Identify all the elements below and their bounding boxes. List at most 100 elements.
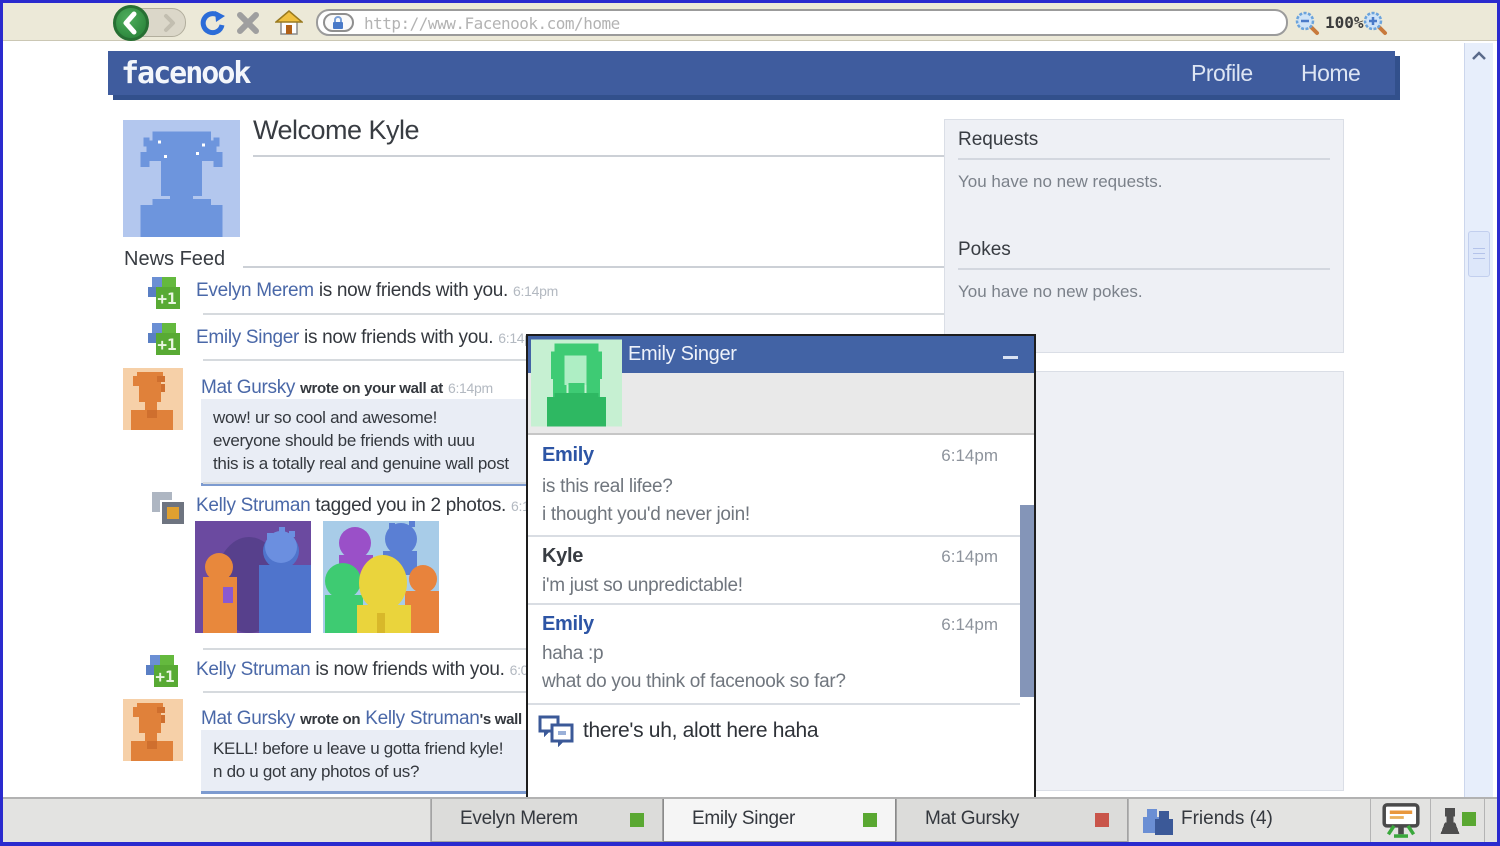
feed-user-link[interactable]: Mat Gursky	[201, 708, 295, 729]
feed-action: wrote on your wall at	[300, 380, 443, 397]
feed-user-link[interactable]: Kelly Struman	[196, 659, 311, 680]
friend-added-icon: +1	[148, 277, 180, 309]
feed-action: is now friends with you.	[318, 280, 509, 301]
minimize-button[interactable]	[1003, 356, 1018, 359]
feed-time: 6:14pm	[513, 283, 558, 299]
pokes-title: Pokes	[958, 239, 1011, 260]
message-sender: Emily	[542, 444, 594, 466]
feed-user-link[interactable]: Emily Singer	[196, 327, 299, 348]
refresh-button[interactable]	[199, 10, 225, 36]
divider	[243, 266, 953, 268]
stop-x-icon	[237, 12, 259, 34]
feed-item: Kelly Struman is now friends with you. 6…	[196, 659, 555, 681]
games-button[interactable]	[1371, 799, 1431, 842]
chevron-left-icon	[123, 11, 137, 35]
back-button[interactable]	[113, 5, 149, 41]
message-line: haha :p	[542, 643, 604, 664]
page-scrollbar-thumb[interactable]	[1468, 231, 1490, 277]
nav-home-link[interactable]: Home	[1301, 60, 1361, 87]
friend-added-icon: +1	[146, 655, 178, 687]
zoom-out-button[interactable]	[1295, 11, 1320, 36]
chat-bar: Evelyn Merem Emily Singer Mat Gursky Fri…	[3, 797, 1497, 842]
feed-item: Mat Gursky wrote on Kelly Struman's wall…	[201, 708, 539, 730]
feed-item: Kelly Struman tagged you in 2 photos. 6:…	[196, 495, 556, 517]
feed-item: Evelyn Merem is now friends with you. 6:…	[196, 280, 558, 302]
my-status-button[interactable]	[1431, 799, 1485, 842]
lock-icon	[333, 16, 343, 29]
feed-action: wrote on	[300, 711, 361, 728]
friends-list-button[interactable]: Friends (4)	[1128, 799, 1371, 842]
svg-text:+1: +1	[157, 335, 176, 354]
online-status-dot	[863, 813, 877, 827]
site-logo[interactable]: facenook	[121, 56, 251, 91]
browser-toolbar: http://www.Facenook.com/home 100%	[3, 3, 1497, 41]
message-line: is this real lifee?	[542, 476, 673, 497]
feed-action: is now friends with you.	[315, 659, 505, 680]
refresh-icon	[200, 11, 225, 36]
friends-label: Friends (4)	[1181, 808, 1273, 829]
forward-button[interactable]	[159, 13, 179, 33]
page-scrollbar[interactable]	[1464, 43, 1493, 801]
message-sender: Kyle	[542, 545, 584, 567]
news-feed-title: News Feed	[124, 248, 226, 270]
feed-item: Mat Gursky wrote on your wall at 6:14pm	[201, 377, 493, 399]
tagged-photo-1[interactable]	[195, 521, 311, 633]
svg-text:+1: +1	[157, 289, 176, 308]
person-icon	[1440, 807, 1460, 835]
divider	[958, 268, 1330, 270]
tagged-photo-2[interactable]	[323, 521, 439, 633]
lock-chip	[323, 13, 354, 32]
requests-empty-text: You have no new requests.	[958, 172, 1163, 191]
feed-user-link[interactable]: Kelly Struman	[196, 495, 311, 516]
divider	[958, 158, 1330, 160]
busy-status-dot	[1095, 813, 1109, 827]
chat-input-area[interactable]: there's uh, alott here haha	[528, 705, 1020, 797]
chat-tab-evelyn[interactable]: Evelyn Merem	[431, 799, 663, 842]
feed-item: Emily Singer is now friends with you. 6:…	[196, 327, 543, 349]
home-button[interactable]	[273, 10, 305, 36]
feed-action: tagged you in 2 photos.	[315, 495, 507, 516]
online-status-dot	[630, 813, 644, 827]
webpage: facenook Profile Home Welcome Kyle News …	[3, 42, 1497, 801]
message-time: 6:14pm	[941, 547, 998, 566]
message-sender: Emily	[542, 613, 594, 635]
chat-typed-text[interactable]: there's uh, alott here haha	[583, 719, 819, 743]
feed-action: is now friends with you.	[304, 327, 494, 348]
feed-time: 6:14pm	[447, 380, 493, 396]
chat-partner-avatar	[531, 339, 622, 427]
magnifier-minus-icon	[1295, 11, 1319, 35]
requests-pokes-panel: Requests You have no new requests. Pokes…	[944, 119, 1344, 353]
chat-tab-emily[interactable]: Emily Singer	[663, 799, 896, 842]
whiteboard-monitor-icon	[1382, 803, 1420, 838]
divider	[253, 155, 953, 157]
chat-message: Kyle 6:14pm i'm just so unpredictable!	[528, 537, 1020, 605]
scroll-up-arrow-icon[interactable]	[1471, 51, 1487, 61]
chat-window-title: Emily Singer	[628, 343, 737, 365]
chat-window: Emily Singer Emily 6:14pm is this real l…	[526, 334, 1036, 799]
zoom-in-button[interactable]	[1363, 11, 1388, 36]
chat-tab-mat[interactable]: Mat Gursky	[896, 799, 1128, 842]
message-line: what do you think of facenook so far?	[542, 671, 846, 692]
pokes-empty-text: You have no new pokes.	[958, 282, 1143, 301]
feed-user-link[interactable]: Mat Gursky	[201, 377, 295, 398]
profile-avatar	[123, 120, 240, 237]
address-bar[interactable]: http://www.Facenook.com/home	[316, 9, 1288, 36]
chat-message: Emily 6:14pm is this real lifee? i thoug…	[528, 436, 1020, 537]
nav-profile-link[interactable]: Profile	[1191, 60, 1253, 87]
divider	[203, 313, 953, 315]
magnifier-plus-icon	[1363, 11, 1387, 35]
feed-user-link[interactable]: Kelly Struman	[365, 708, 480, 729]
my-online-status-dot	[1462, 812, 1476, 826]
browser-window: http://www.Facenook.com/home 100% faceno…	[0, 0, 1500, 846]
chat-scrollbar-thumb[interactable]	[1020, 505, 1034, 697]
friends-icon	[1143, 809, 1173, 835]
user-avatar-mat	[123, 699, 183, 761]
chevron-right-icon	[164, 14, 175, 32]
url-text[interactable]: http://www.Facenook.com/home	[364, 14, 620, 33]
svg-text:+1: +1	[155, 667, 174, 686]
chat-tab-label: Mat Gursky	[925, 808, 1020, 829]
stop-button[interactable]	[235, 10, 261, 36]
photos-icon	[150, 491, 186, 526]
user-avatar-mat	[123, 368, 183, 430]
feed-user-link[interactable]: Evelyn Merem	[196, 280, 314, 301]
